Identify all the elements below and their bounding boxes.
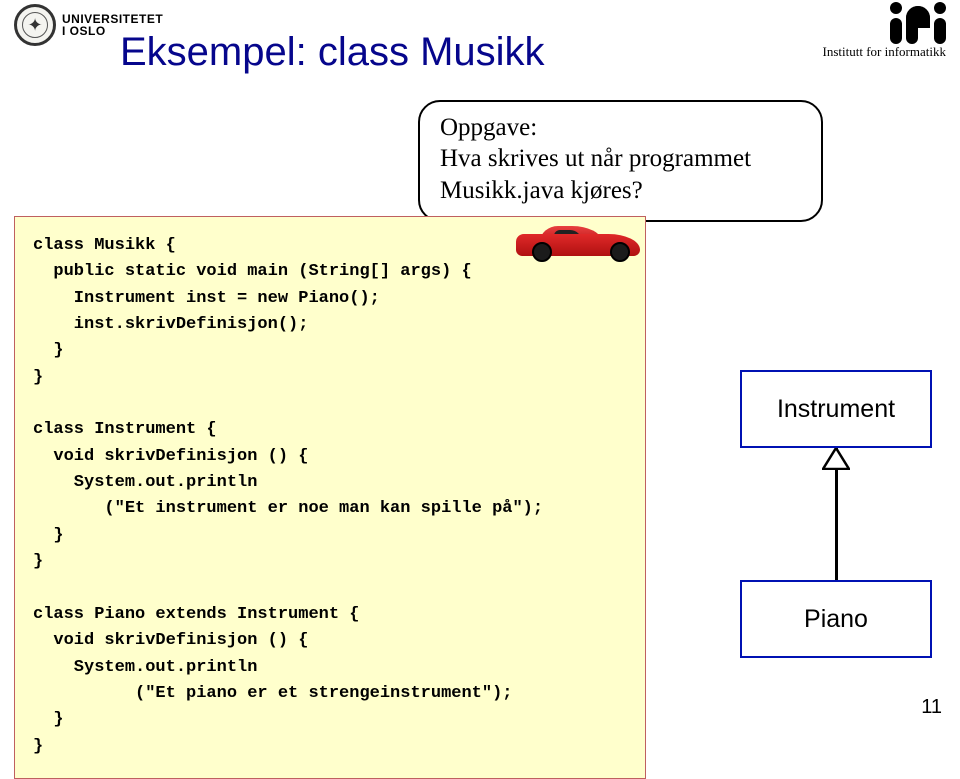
task-box: Oppgave: Hva skrives ut når programmet M… bbox=[418, 100, 823, 222]
ifi-label: Institutt for informatikk bbox=[823, 44, 946, 60]
task-question-line1: Hva skrives ut når programmet bbox=[440, 143, 801, 174]
task-label: Oppgave: bbox=[440, 112, 801, 143]
uml-class-piano: Piano bbox=[740, 580, 932, 658]
slide-title: Eksempel: class Musikk bbox=[120, 30, 545, 75]
ifi-logo: Institutt for informatikk bbox=[823, 4, 946, 60]
code-content: class Musikk { public static void main (… bbox=[33, 233, 627, 760]
uml-class-piano-label: Piano bbox=[804, 605, 868, 634]
car-image bbox=[510, 216, 650, 264]
uio-seal-icon: ✦ bbox=[14, 4, 56, 46]
uml-class-instrument-label: Instrument bbox=[777, 395, 895, 424]
code-box: class Musikk { public static void main (… bbox=[14, 216, 646, 779]
ifi-logo-icon bbox=[823, 4, 946, 44]
task-question-line2: Musikk.java kjøres? bbox=[440, 175, 801, 206]
page-number: 11 bbox=[921, 696, 942, 719]
uml-class-instrument: Instrument bbox=[740, 370, 932, 448]
